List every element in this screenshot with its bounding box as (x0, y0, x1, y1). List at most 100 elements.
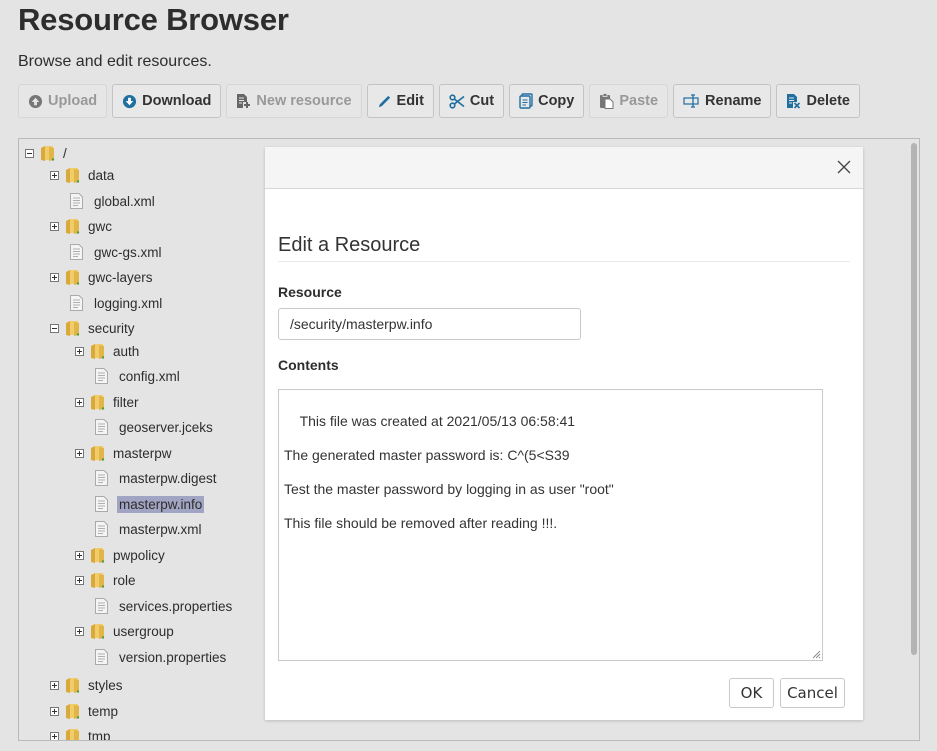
folder-icon (90, 343, 105, 360)
file-icon (70, 193, 83, 209)
tree-folder[interactable]: masterpw (75, 443, 174, 463)
tree-node-label-selected: masterpw.info (117, 495, 205, 513)
rename-label: Rename (705, 93, 762, 109)
folder-icon (90, 572, 105, 589)
tree-folder[interactable]: gwc-layers (50, 267, 155, 287)
expand-icon[interactable] (50, 680, 59, 690)
tree-node-label: usergroup (113, 623, 174, 639)
edit-resource-dialog: Edit a Resource Resource Contents This f… (265, 147, 863, 720)
clipboard-icon (599, 93, 614, 109)
tree-file[interactable]: masterpw.info (95, 494, 205, 514)
delete-button[interactable]: Delete (776, 84, 860, 118)
tree-node-label: styles (88, 677, 123, 693)
toolbar: Upload Download New resource Edit Cut Copy Pas… (18, 84, 860, 118)
delete-file-icon (786, 93, 801, 109)
file-icon (95, 649, 108, 665)
tree-folder[interactable]: gwc (50, 216, 114, 236)
tree-folder[interactable]: auth (75, 341, 141, 361)
expand-icon[interactable] (50, 731, 59, 740)
tree-file[interactable]: gwc-gs.xml (70, 242, 164, 262)
expand-icon[interactable] (75, 626, 84, 636)
tree-node-label: / (63, 145, 67, 161)
file-icon (95, 470, 108, 486)
expand-icon[interactable] (50, 221, 59, 231)
rename-icon (683, 94, 700, 108)
tree-file[interactable]: version.properties (95, 647, 228, 667)
tree-folder[interactable]: styles (50, 675, 125, 695)
expand-icon[interactable] (50, 706, 59, 716)
resource-path-input[interactable] (278, 308, 581, 340)
folder-icon (40, 145, 55, 162)
tree-node-label: gwc-gs.xml (94, 244, 162, 260)
page-title: Resource Browser (18, 2, 289, 37)
tree-folder[interactable]: usergroup (75, 621, 176, 641)
contents-label: Contents (278, 357, 339, 373)
folder-icon (90, 394, 105, 411)
rename-button[interactable]: Rename (673, 84, 772, 118)
folder-icon (65, 677, 80, 694)
expand-icon[interactable] (75, 448, 84, 458)
tree-node-label: services.properties (119, 598, 233, 614)
expand-icon[interactable] (75, 550, 84, 560)
tree-node-label: version.properties (119, 649, 227, 665)
tree-file[interactable]: logging.xml (70, 293, 164, 313)
page-description: Browse and edit resources. (18, 53, 212, 70)
tree-folder[interactable]: tmp (50, 726, 113, 741)
ok-button[interactable]: OK (729, 678, 774, 708)
new-resource-label: New resource (256, 93, 352, 109)
tree-node-label: gwc (88, 218, 113, 234)
tree-folder[interactable]: data (50, 165, 116, 185)
resize-grip-icon[interactable] (811, 649, 821, 659)
tree-folder[interactable]: / (25, 143, 69, 163)
tree-folder[interactable]: filter (75, 392, 141, 412)
expand-icon[interactable] (75, 397, 84, 407)
edit-label: Edit (396, 93, 424, 109)
cancel-button[interactable]: Cancel (780, 678, 845, 708)
expand-icon[interactable] (50, 170, 59, 180)
copy-button[interactable]: Copy (509, 84, 585, 118)
scrollbar-thumb[interactable] (911, 143, 917, 655)
pencil-icon (377, 94, 392, 109)
download-label: Download (142, 93, 212, 109)
edit-button[interactable]: Edit (366, 84, 434, 118)
tree-node-label: pwpolicy (113, 547, 165, 563)
tree-file[interactable]: geoserver.jceks (95, 417, 215, 437)
close-button[interactable] (835, 158, 853, 176)
file-icon (95, 368, 108, 384)
download-button[interactable]: Download (112, 84, 222, 118)
close-icon (837, 160, 851, 174)
upload-button[interactable]: Upload (18, 84, 108, 118)
tree-node-label: gwc-layers (88, 269, 153, 285)
tree-node-label: auth (113, 343, 140, 359)
expand-icon[interactable] (75, 575, 84, 585)
folder-icon (90, 623, 105, 640)
tree-node-label: filter (113, 394, 139, 410)
tree-folder[interactable]: temp (50, 701, 120, 721)
tree-file[interactable]: services.properties (95, 596, 234, 616)
new-resource-button[interactable]: New resource (226, 84, 362, 118)
dialog-header (265, 147, 863, 189)
tree-folder[interactable]: security (50, 318, 137, 338)
title-divider (278, 261, 850, 262)
expand-icon[interactable] (75, 346, 84, 356)
tree-node-label: config.xml (119, 368, 180, 384)
tree-folder[interactable]: role (75, 570, 138, 590)
collapse-icon[interactable] (25, 148, 34, 158)
expand-icon[interactable] (50, 272, 59, 282)
tree-scrollbar[interactable] (905, 139, 919, 740)
tree-file[interactable]: config.xml (95, 366, 182, 386)
tree-node-label: tmp (88, 728, 111, 741)
folder-icon (65, 218, 80, 235)
collapse-icon[interactable] (50, 323, 59, 333)
paste-button[interactable]: Paste (589, 84, 669, 118)
file-icon (95, 521, 108, 537)
tree-file[interactable]: masterpw.xml (95, 519, 204, 539)
tree-file[interactable]: masterpw.digest (95, 468, 219, 488)
tree-folder[interactable]: pwpolicy (75, 545, 167, 565)
tree-file[interactable]: global.xml (70, 191, 157, 211)
paste-label: Paste (619, 93, 659, 109)
upload-icon (28, 94, 43, 109)
tree-node-label: masterpw (113, 445, 172, 461)
contents-textarea[interactable]: This file was created at 2021/05/13 06:5… (278, 389, 823, 661)
cut-button[interactable]: Cut (438, 84, 505, 118)
